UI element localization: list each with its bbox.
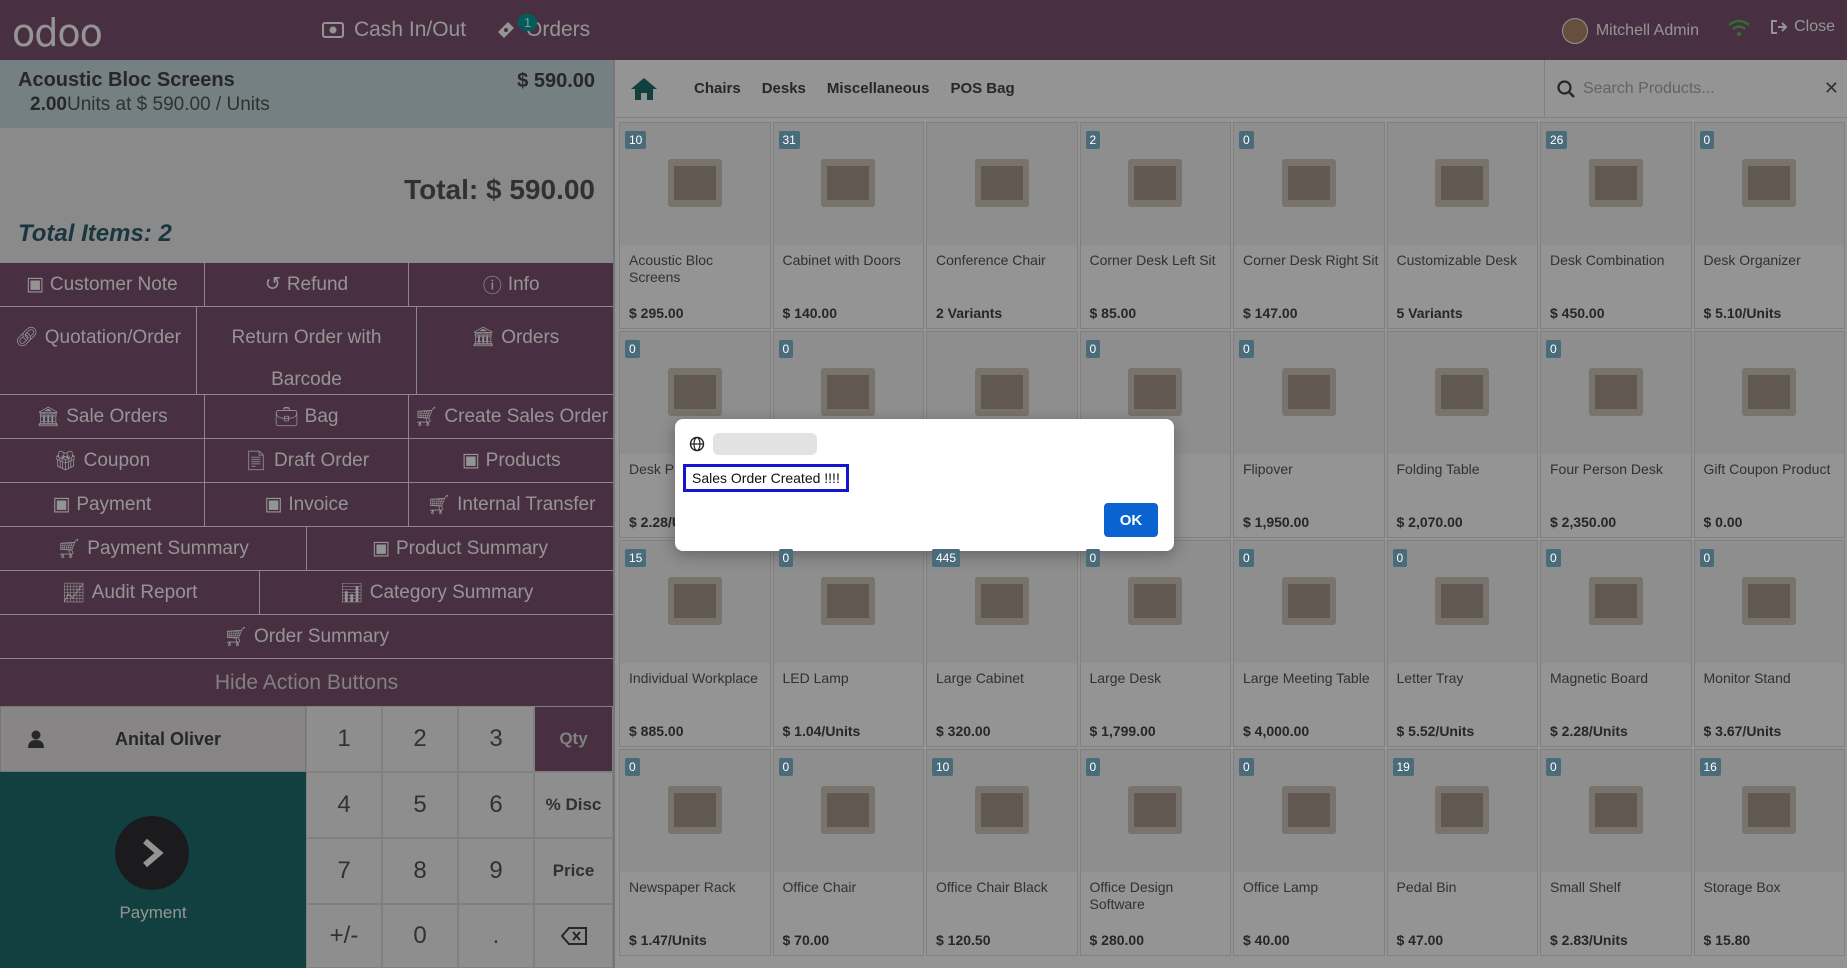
stock-count: 31	[778, 131, 800, 149]
stock-count: 0	[625, 758, 640, 776]
stock-count: 15	[625, 549, 647, 567]
stock-count: 0	[1546, 758, 1561, 776]
dialog-message: Sales Order Created !!!!	[683, 464, 849, 492]
stock-count: 10	[932, 758, 954, 776]
stock-count: 0	[1699, 549, 1715, 567]
stock-count: 0	[1239, 758, 1254, 776]
stock-count: 0	[625, 340, 640, 358]
stock-count: 16	[1699, 758, 1721, 776]
stock-count: 0	[1239, 131, 1254, 149]
stock-count: 0	[1239, 549, 1254, 567]
stock-count: 0	[1085, 758, 1101, 776]
ok-button[interactable]: OK	[1104, 503, 1158, 537]
stock-count: 0	[778, 549, 794, 567]
stock-count: 0	[1546, 340, 1561, 358]
stock-count: 26	[1546, 131, 1568, 149]
dialog-header	[689, 433, 817, 455]
stock-count: 2	[1085, 131, 1101, 149]
globe-icon	[689, 436, 705, 452]
pos-screen: odoo Cash In/Out 1 Orders Mitchell Admin…	[0, 0, 1847, 968]
stock-count: 0	[1239, 340, 1254, 358]
stock-count: 0	[1085, 549, 1101, 567]
stock-count: 0	[778, 758, 794, 776]
blurred-origin	[713, 433, 817, 455]
stock-count: 19	[1392, 758, 1414, 776]
stock-count: 0	[1546, 549, 1561, 567]
stock-count: 10	[625, 131, 647, 149]
stock-count: 0	[1392, 549, 1408, 567]
stock-count: 0	[1699, 131, 1715, 149]
stock-count: 0	[778, 340, 794, 358]
stock-count: 445	[932, 549, 961, 567]
alert-dialog: Sales Order Created !!!! OK	[675, 419, 1174, 551]
stock-count: 0	[1085, 340, 1101, 358]
